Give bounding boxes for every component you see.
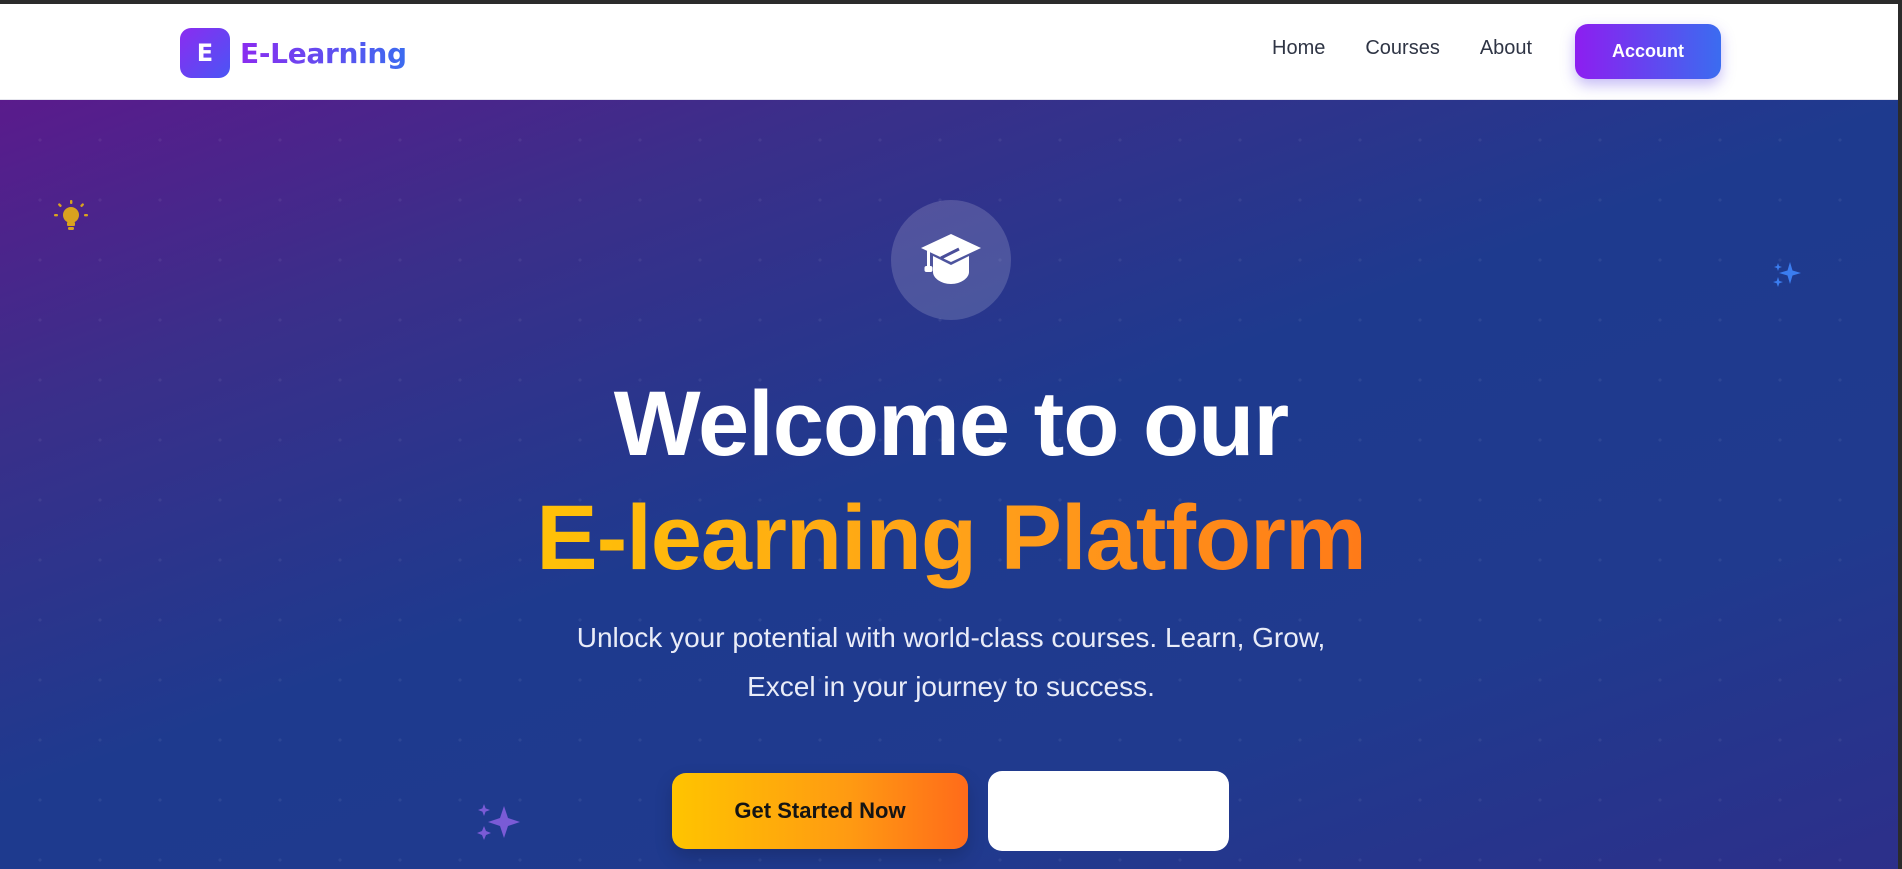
get-started-button[interactable]: Get Started Now (672, 773, 968, 849)
secondary-cta-button[interactable] (988, 771, 1229, 851)
nav-link-courses[interactable]: Courses (1365, 37, 1439, 60)
hero-title-accent: E-learning Platform (0, 484, 1902, 592)
graduation-cap-badge (891, 200, 1011, 320)
sparkle-icon (477, 804, 520, 840)
nav-links: Home Courses About (1272, 37, 1572, 60)
lightbulb-icon (54, 200, 88, 230)
brand-name: E-Learning (240, 36, 407, 70)
window-right-border (1898, 4, 1902, 869)
hero-subtitle: Unlock your potential with world-class c… (576, 622, 1326, 702)
hero-title: Welcome to our (613, 373, 1289, 475)
nav-link-about[interactable]: About (1480, 37, 1532, 60)
account-button[interactable]: Account (1575, 24, 1721, 79)
hero-section: Welcome to our E-learning Platform Unloc… (0, 100, 1902, 869)
navbar: E E-Learning Home Courses About Account (0, 4, 1902, 100)
nav-link-home[interactable]: Home (1272, 37, 1325, 60)
brand-badge: E (180, 28, 230, 78)
sparkle-icon (1773, 262, 1801, 287)
graduation-cap-icon (921, 234, 981, 284)
brand-logo[interactable]: E E-Learning (180, 28, 407, 78)
hero-title-accent-text: E-learning Platform (536, 487, 1367, 589)
